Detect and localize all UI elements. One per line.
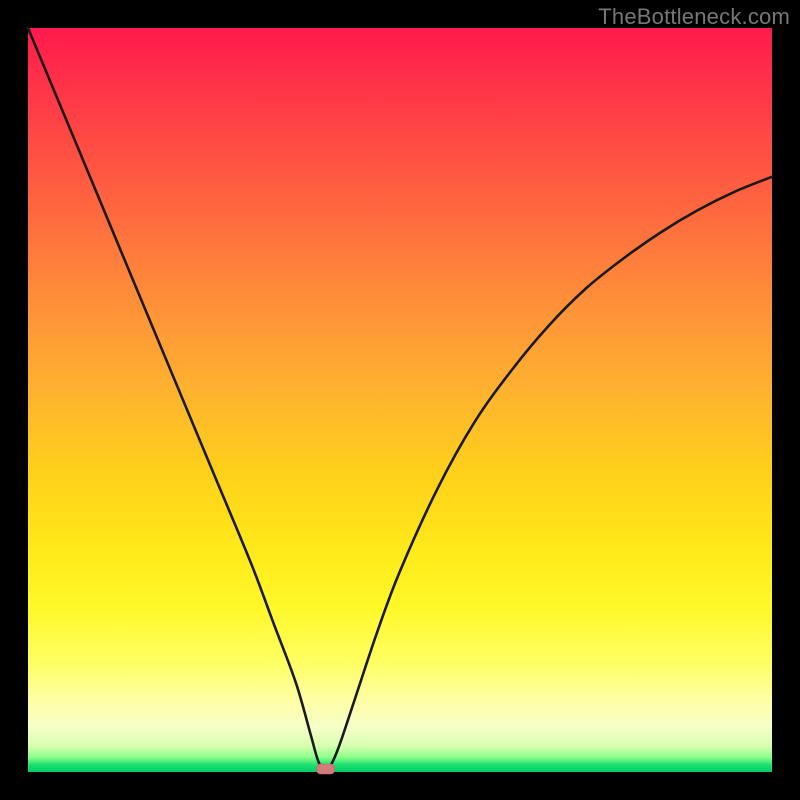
bottleneck-curve [28,28,772,772]
plot-area [28,28,772,772]
watermark-text: TheBottleneck.com [598,4,790,30]
chart-svg [28,28,772,772]
minimum-marker [317,764,335,774]
chart-frame: TheBottleneck.com [0,0,800,800]
